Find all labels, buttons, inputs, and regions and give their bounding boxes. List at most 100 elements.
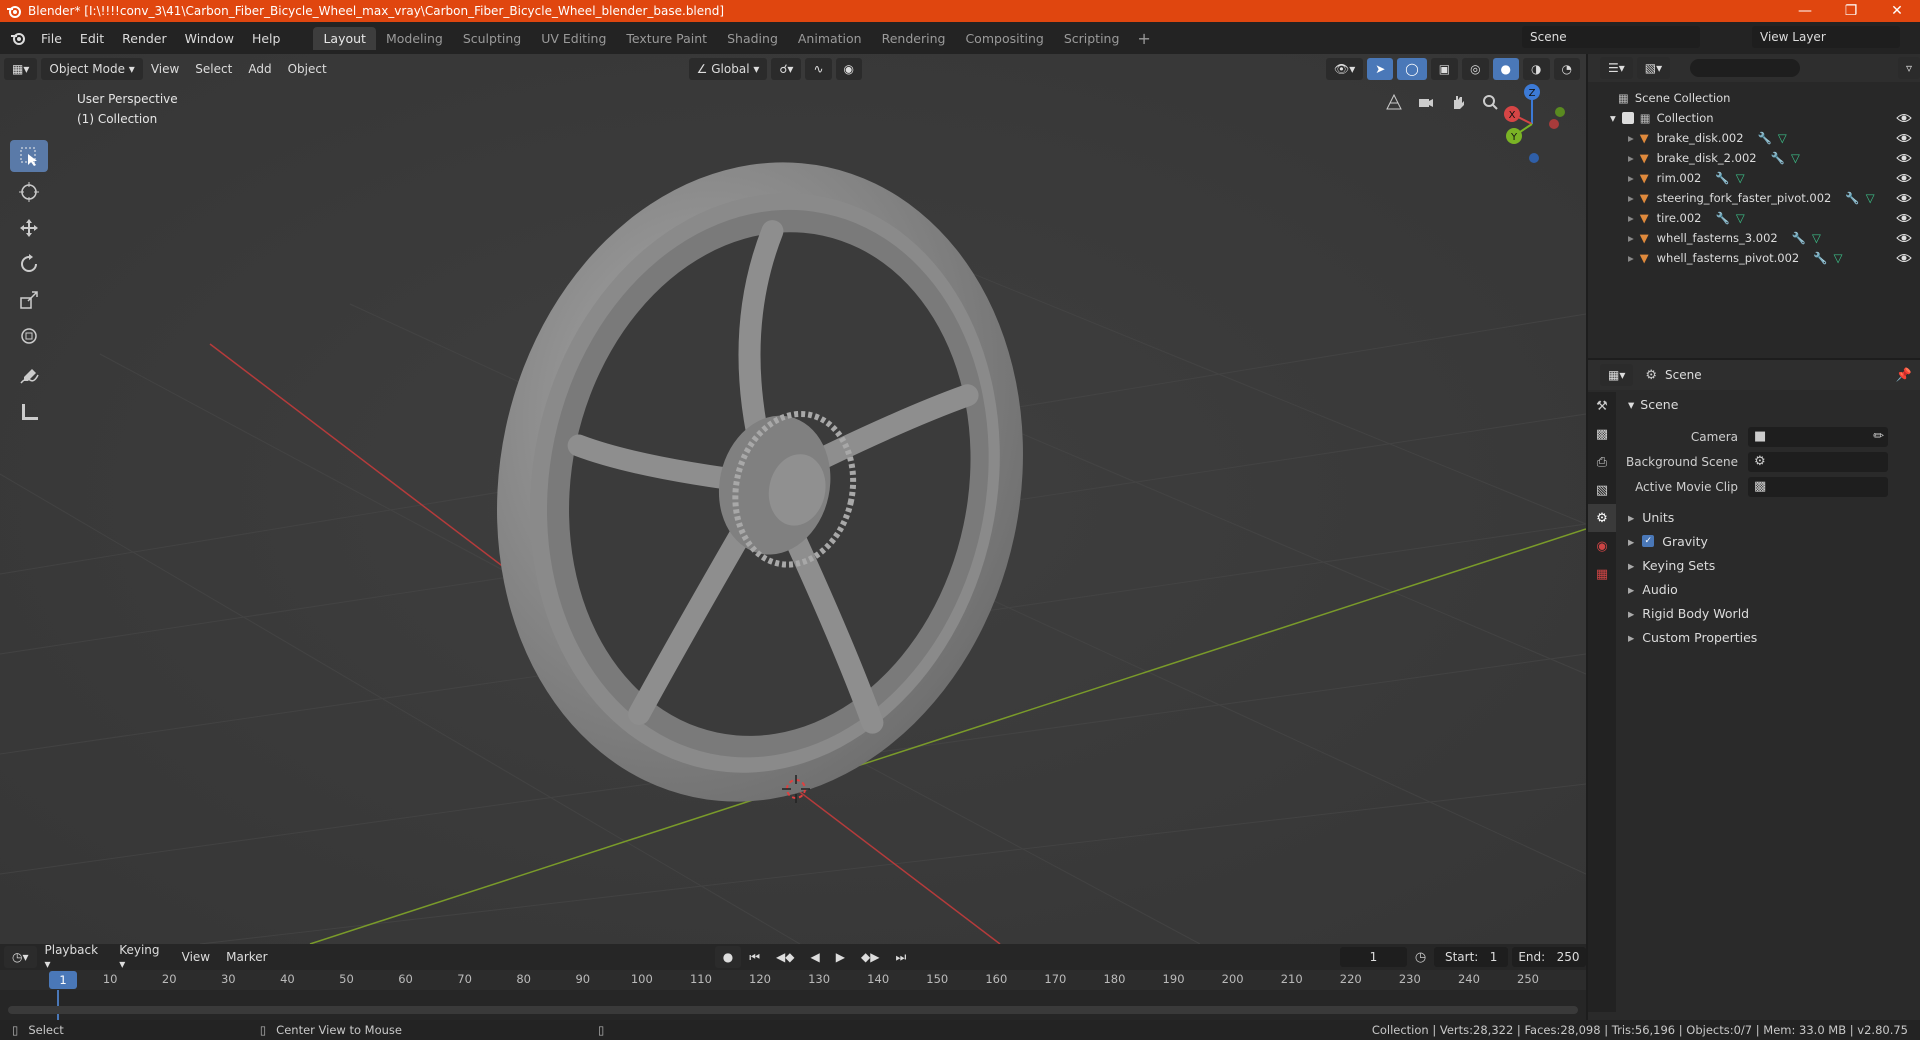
scale-tool[interactable] — [10, 284, 48, 316]
properties-subsection[interactable]: ▸ Audio — [1618, 577, 1920, 601]
tab-compositing[interactable]: Compositing — [955, 27, 1053, 50]
3d-viewport[interactable]: Z X Y ▦▾ Object Mode ▾ View Select Add O… — [0, 54, 1586, 944]
timeline-ruler[interactable]: 1 10 20 30 40 50 60 70 80 90 100 110 120 130 140 150 16… — [0, 970, 1586, 990]
cursor-tool[interactable] — [10, 176, 48, 208]
world-props-tab[interactable]: ◉ — [1588, 532, 1616, 560]
tab-scripting[interactable]: Scripting — [1054, 27, 1130, 50]
viewport-menu-view[interactable]: View — [143, 62, 187, 76]
collection-checkbox[interactable] — [1621, 112, 1634, 124]
modifier-wrench-icon[interactable]: 🔧 — [1715, 171, 1729, 185]
outliner-object-row[interactable]: ▸ ▼ brake_disk_2.002 🔧 ▽ — [1588, 148, 1920, 168]
pan-hand-icon[interactable] — [1444, 88, 1472, 116]
menu-file[interactable]: File — [32, 31, 71, 46]
eye-icon[interactable] — [1896, 110, 1912, 126]
play-reverse-button[interactable]: ◀ — [803, 950, 828, 964]
camera-field[interactable]: ■ ✏ — [1748, 426, 1888, 447]
mesh-data-icon[interactable]: ▽ — [1812, 231, 1821, 245]
eye-icon[interactable] — [1896, 130, 1912, 146]
next-keyframe-button[interactable]: ◆▶ — [853, 950, 887, 964]
menu-window[interactable]: Window — [176, 31, 243, 46]
xray-toggle[interactable]: ▣ — [1430, 58, 1459, 80]
modifier-wrench-icon[interactable]: 🔧 — [1716, 211, 1730, 225]
timeline-menu-marker[interactable]: Marker — [218, 950, 275, 964]
timeline-scrollbar[interactable] — [8, 1006, 1578, 1014]
menu-render[interactable]: Render — [113, 31, 176, 46]
outliner-object-row[interactable]: ▸ ▼ whell_fasterns_3.002 🔧 ▽ — [1588, 228, 1920, 248]
shading-solid-button[interactable]: ● — [1492, 58, 1520, 80]
pin-icon[interactable]: 📌 — [1896, 368, 1912, 383]
active-movie-clip-field[interactable]: ▩ — [1748, 476, 1888, 497]
timeline-editor-type[interactable]: ◷▾ — [4, 946, 37, 968]
outliner-search-input[interactable] — [1690, 59, 1801, 77]
tab-uv-editing[interactable]: UV Editing — [531, 27, 616, 50]
prev-keyframe-button[interactable]: ◀◆ — [768, 950, 802, 964]
current-frame-indicator[interactable]: 1 — [49, 971, 77, 989]
background-scene-field[interactable]: ⚙ — [1748, 451, 1888, 472]
modifier-wrench-icon[interactable]: 🔧 — [1771, 151, 1785, 165]
outliner-object-row[interactable]: ▸ ▼ tire.002 🔧 ▽ — [1588, 208, 1920, 228]
jump-start-button[interactable]: ⏮ — [741, 950, 768, 965]
properties-subsection[interactable]: ▸ Custom Properties — [1618, 625, 1920, 649]
play-button[interactable]: ▶ — [828, 950, 853, 964]
view-layer-selector[interactable]: View Layer — [1752, 26, 1900, 48]
eye-icon[interactable] — [1896, 190, 1912, 206]
properties-subsection[interactable]: ▸ Keying Sets — [1618, 553, 1920, 577]
object-mode-dropdown[interactable]: Object Mode ▾ — [41, 58, 143, 80]
shading-material-button[interactable]: ◑ — [1523, 58, 1550, 80]
view-layer-props-tab[interactable]: ▧ — [1588, 476, 1616, 504]
gravity-checkbox[interactable]: ✓ — [1642, 535, 1655, 547]
start-frame-field[interactable]: Start: 1 — [1434, 947, 1509, 967]
tab-shading[interactable]: Shading — [717, 27, 788, 50]
outliner-display-mode[interactable]: ▧▾ — [1636, 57, 1671, 79]
outliner-scene-collection[interactable]: ▦ Scene Collection — [1588, 88, 1920, 108]
outliner-editor-type[interactable]: ☰▾ — [1600, 57, 1633, 79]
mesh-data-icon[interactable]: ▽ — [1834, 251, 1843, 265]
texture-props-tab[interactable]: ▦ — [1588, 560, 1616, 588]
tab-modeling[interactable]: Modeling — [376, 27, 453, 50]
scene-props-tab[interactable]: ⚙ — [1588, 504, 1616, 532]
jump-end-button[interactable]: ⏭ — [887, 950, 914, 965]
mesh-data-icon[interactable]: ▽ — [1778, 131, 1787, 145]
visibility-dropdown[interactable]: 👁▾ — [1325, 58, 1364, 80]
tab-texture-paint[interactable]: Texture Paint — [616, 27, 717, 50]
timeline-menu-keying[interactable]: Keying ▾ — [111, 943, 173, 971]
modifier-wrench-icon[interactable]: 🔧 — [1758, 131, 1772, 145]
outliner-object-row[interactable]: ▸ ▼ brake_disk.002 🔧 ▽ — [1588, 128, 1920, 148]
zoom-icon[interactable] — [1476, 88, 1504, 116]
viewport-menu-select[interactable]: Select — [187, 62, 240, 76]
render-props-tab[interactable]: ▩ — [1588, 420, 1616, 448]
transform-orientation-dropdown[interactable]: ∠ Global ▾ — [688, 58, 768, 80]
gizmo-toggle[interactable]: ➤ — [1367, 58, 1394, 80]
eyedropper-icon[interactable]: ✏ — [1873, 429, 1884, 444]
timeline-track[interactable] — [0, 990, 1586, 1020]
properties-subsection[interactable]: ▸ Rigid Body World — [1618, 601, 1920, 625]
mesh-data-icon[interactable]: ▽ — [1866, 191, 1875, 205]
outliner-object-row[interactable]: ▸ ▼ whell_fasterns_pivot.002 🔧 ▽ — [1588, 248, 1920, 268]
scene-section-header[interactable]: ▾ Scene — [1618, 392, 1920, 416]
mesh-data-icon[interactable]: ▽ — [1791, 151, 1800, 165]
current-frame-field[interactable]: 1 — [1340, 947, 1407, 967]
menu-edit[interactable]: Edit — [71, 31, 113, 46]
properties-subsection[interactable]: ▸ ✓ Gravity — [1618, 529, 1920, 553]
end-frame-field[interactable]: End: 250 — [1511, 947, 1586, 967]
transform-tool[interactable] — [10, 320, 48, 352]
select-box-tool[interactable] — [10, 140, 48, 172]
eye-icon[interactable] — [1896, 170, 1912, 186]
eye-icon[interactable] — [1896, 250, 1912, 266]
outliner-object-row[interactable]: ▸ ▼ rim.002 🔧 ▽ — [1588, 168, 1920, 188]
timeline-menu-playback[interactable]: Playback ▾ — [37, 943, 112, 971]
proportional-editing-toggle[interactable]: ◉ — [835, 58, 863, 80]
shading-rendered-button[interactable]: ◔ — [1553, 58, 1580, 80]
outliner-filter-icon[interactable]: ▿ — [1897, 57, 1920, 79]
eye-icon[interactable] — [1896, 150, 1912, 166]
gizmo-neg-y[interactable] — [1555, 107, 1565, 117]
modifier-wrench-icon[interactable]: 🔧 — [1792, 231, 1806, 245]
modifier-wrench-icon[interactable]: 🔧 — [1813, 251, 1827, 265]
tab-animation[interactable]: Animation — [788, 27, 872, 50]
move-tool[interactable] — [10, 212, 48, 244]
gizmo-neg-z[interactable] — [1529, 153, 1539, 163]
annotate-tool[interactable] — [10, 360, 48, 392]
restore-button[interactable]: ❐ — [1828, 0, 1874, 22]
clock-icon[interactable]: ◷ — [1415, 950, 1426, 965]
eye-icon[interactable] — [1896, 210, 1912, 226]
